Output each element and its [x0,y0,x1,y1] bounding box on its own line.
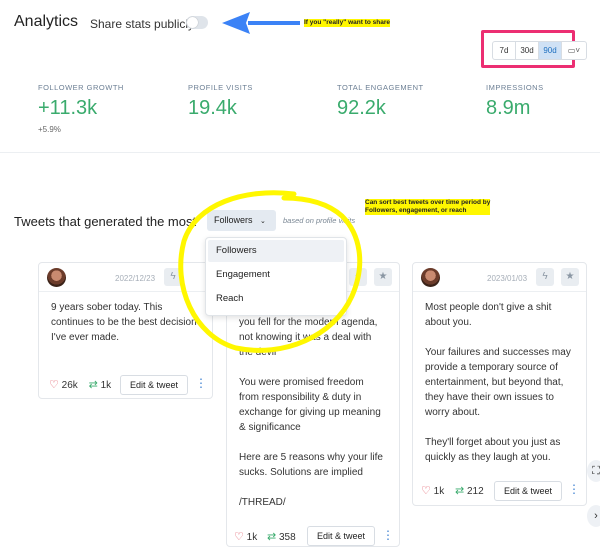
tweet-stats: ♡ 26k ⇄ 1k [49,378,111,391]
avatar [47,268,66,287]
divider [0,152,600,153]
retweet-icon: ⇄ [267,531,277,543]
stat-label: PROFILE VISITS [188,83,253,92]
expand-icon[interactable]: ⛶ [587,460,600,482]
blue-arrow-annotation [222,12,300,34]
tweet-stats: ♡ 1k ⇄ 358 [234,530,296,543]
more-options-icon[interactable]: ⋮ [382,528,394,542]
heart-icon: ♡ [234,531,244,543]
tweet-card: 2023/01/03 ϟ ★ Most people don't give a … [412,262,587,506]
tweet-text: Most people don't give a shit about you.… [425,302,571,463]
more-options-icon[interactable]: ⋮ [568,482,580,496]
range-30d[interactable]: 30d [516,42,539,59]
tweet-stats: ♡ 1k ⇄ 212 [421,484,484,497]
calendar-icon[interactable]: ▭˅ [562,42,586,59]
toggle-knob [187,17,198,28]
stat-label: TOTAL ENGAGEMENT [337,83,424,92]
sort-annotation: Can sort best tweets over time period by… [365,199,491,215]
range-90d[interactable]: 90d [539,42,562,59]
stat-value: 92.2k [337,97,386,119]
retweets-count: 1k [100,380,112,391]
star-icon[interactable]: ★ [374,268,392,286]
star-icon[interactable]: ★ [561,268,579,286]
tweet-date: 2023/01/03 [487,274,528,283]
more-options-icon[interactable]: ⋮ [195,376,207,390]
retweet-icon: ⇄ [455,485,465,497]
edit-and-tweet-button[interactable]: Edit & tweet [120,375,188,395]
stat-profile-visits: PROFILE VISITS 19.4k [188,83,253,120]
time-range-selector: 7d 30d 90d ▭˅ [492,41,587,60]
likes-count: 1k [433,486,445,497]
edit-and-tweet-button[interactable]: Edit & tweet [307,526,375,546]
tweet-card-header: 2023/01/03 ϟ ★ [413,263,586,292]
stat-follower-growth: FOLLOWER GROWTH +11.3k +5.9% [38,83,124,134]
tweet-date: 2022/12/23 [115,274,156,283]
edit-and-tweet-button[interactable]: Edit & tweet [494,481,562,501]
boost-icon[interactable]: ϟ [536,268,554,286]
stat-value: +11.3k [38,97,98,119]
stat-impressions: IMPRESSIONS 8.9m [486,83,544,120]
stat-value: 19.4k [188,97,237,119]
heart-icon: ♡ [49,379,59,391]
likes-count: 1k [246,532,258,543]
retweets-count: 212 [467,486,484,497]
share-stats-toggle[interactable] [186,16,208,29]
page-title: Analytics [14,13,79,30]
stat-label: FOLLOWER GROWTH [38,83,124,92]
stat-total-engagement: TOTAL ENGAGEMENT 92.2k [337,83,424,120]
retweets-count: 358 [279,532,296,543]
tweets-section-title: Tweets that generated the most [14,214,197,229]
retweet-icon: ⇄ [88,379,98,391]
yellow-circle-annotation [178,190,363,353]
stat-sub: +5.9% [38,125,61,134]
share-stats-label: Share stats publicly [90,17,195,31]
heart-icon: ♡ [421,485,431,497]
range-7d[interactable]: 7d [493,42,516,59]
stat-label: IMPRESSIONS [486,83,544,92]
stat-value: 8.9m [486,97,531,119]
chevron-right-icon[interactable]: › [587,505,600,527]
likes-count: 26k [61,380,78,391]
avatar [421,268,440,287]
share-annotation: If you "really" want to share [304,19,390,27]
